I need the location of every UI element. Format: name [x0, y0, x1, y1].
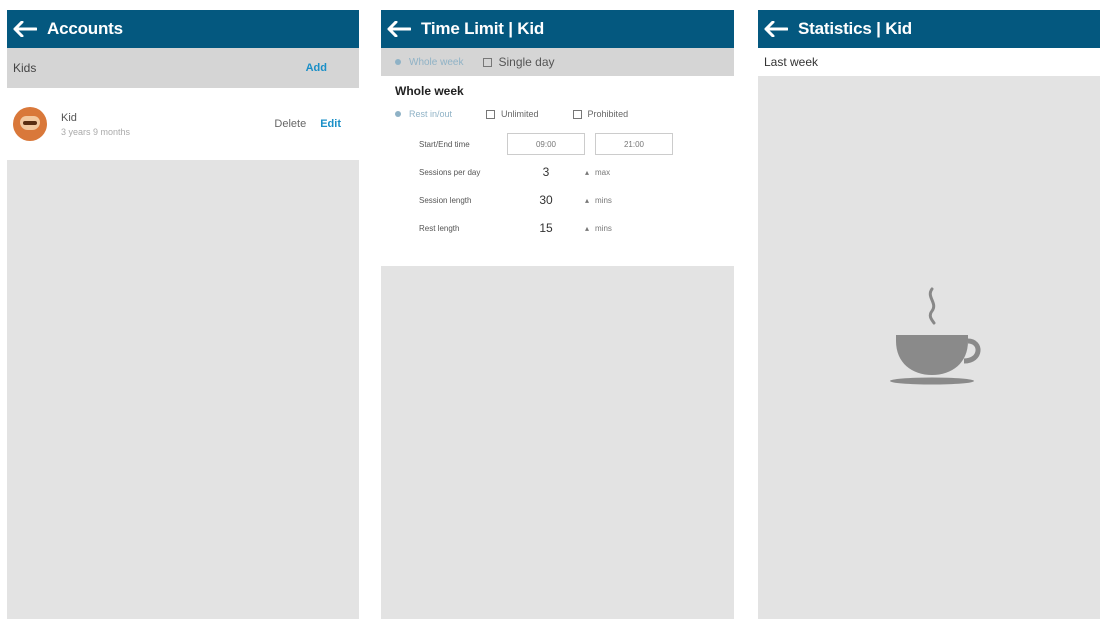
- page-title: Statistics | Kid: [798, 19, 912, 38]
- accounts-screen: Accounts Kids Add Kid 3 years 9 months D…: [7, 10, 359, 619]
- mode-whole-week-radio[interactable]: Whole week: [395, 57, 463, 68]
- period-selector[interactable]: Last week: [758, 48, 1100, 76]
- start-end-time-row: Start/End time 09:00 21:00: [395, 130, 720, 158]
- option-prohibited-checkbox[interactable]: Prohibited: [572, 109, 629, 119]
- kid-info: Kid 3 years 9 months: [61, 112, 260, 137]
- radio-selected-icon: [395, 111, 401, 117]
- field-label: Rest length: [419, 223, 460, 233]
- option-rest-label: Rest in/out: [409, 109, 453, 119]
- page-title: Accounts: [47, 19, 123, 38]
- time-limit-appbar: Time Limit | Kid: [381, 10, 734, 48]
- mode-whole-week-label: Whole week: [409, 56, 464, 68]
- sessions-per-day-value[interactable]: 3: [507, 165, 585, 179]
- field-label: Session length: [419, 195, 472, 205]
- page-title: Time Limit | Kid: [421, 19, 545, 38]
- edit-kid-button[interactable]: Edit: [320, 118, 341, 130]
- back-arrow-icon[interactable]: [387, 21, 411, 37]
- statistics-appbar: Statistics | Kid: [758, 10, 1100, 48]
- coffee-cup-icon: [890, 287, 981, 385]
- delete-kid-button[interactable]: Delete: [274, 118, 306, 130]
- field-label: Start/End time: [419, 139, 470, 149]
- accounts-appbar: Accounts: [7, 10, 359, 48]
- checkbox-icon: [486, 109, 496, 119]
- field-label: Sessions per day: [419, 167, 481, 177]
- option-rest-radio[interactable]: Rest in/out: [395, 109, 452, 119]
- option-unlimited-label: Unlimited: [501, 109, 539, 119]
- limit-options: Rest in/out Unlimited Prohibited: [395, 106, 720, 122]
- back-arrow-icon[interactable]: [13, 21, 37, 37]
- kid-list-item[interactable]: Kid 3 years 9 months Delete Edit: [7, 88, 359, 160]
- rest-length-row: Rest length 15 ▴ mins: [395, 214, 720, 242]
- option-prohibited-label: Prohibited: [587, 109, 629, 119]
- checkbox-icon: [572, 109, 582, 119]
- section-heading: Whole week: [395, 84, 464, 98]
- mode-single-day-checkbox[interactable]: Single day: [483, 55, 555, 69]
- time-limit-screen: Time Limit | Kid Whole week Single day W…: [381, 10, 734, 619]
- sessions-per-day-row: Sessions per day 3 ▴ max: [395, 158, 720, 186]
- radio-selected-icon: [395, 59, 401, 65]
- kid-age: 3 years 9 months: [61, 126, 131, 137]
- stepper-icon[interactable]: ▴: [585, 224, 589, 233]
- session-length-value[interactable]: 30: [507, 193, 585, 207]
- kid-name: Kid: [61, 111, 77, 124]
- end-time-input[interactable]: 21:00: [595, 133, 673, 155]
- stepper-icon[interactable]: ▴: [585, 168, 589, 177]
- start-time-input[interactable]: 09:00: [507, 133, 585, 155]
- kids-section-header: Kids Add: [7, 48, 359, 88]
- statistics-screen: Statistics | Kid Last week: [758, 10, 1100, 619]
- checkbox-icon: [483, 57, 493, 67]
- session-length-row: Session length 30 ▴ mins: [395, 186, 720, 214]
- unit-label: max: [595, 167, 611, 177]
- back-arrow-icon[interactable]: [764, 21, 788, 37]
- stepper-icon[interactable]: ▴: [585, 196, 589, 205]
- time-limit-panel: Whole week Rest in/out Unlimited Prohibi…: [381, 76, 734, 266]
- avatar: [13, 107, 47, 141]
- add-kid-button[interactable]: Add: [306, 62, 327, 74]
- rest-length-value[interactable]: 15: [507, 221, 585, 235]
- mode-single-day-label: Single day: [498, 55, 555, 69]
- unit-label: mins: [595, 195, 612, 205]
- kids-section-label: Kids: [13, 61, 37, 75]
- option-unlimited-checkbox[interactable]: Unlimited: [486, 109, 539, 119]
- mode-selector: Whole week Single day: [381, 48, 734, 76]
- unit-label: mins: [595, 223, 612, 233]
- period-label: Last week: [764, 55, 819, 69]
